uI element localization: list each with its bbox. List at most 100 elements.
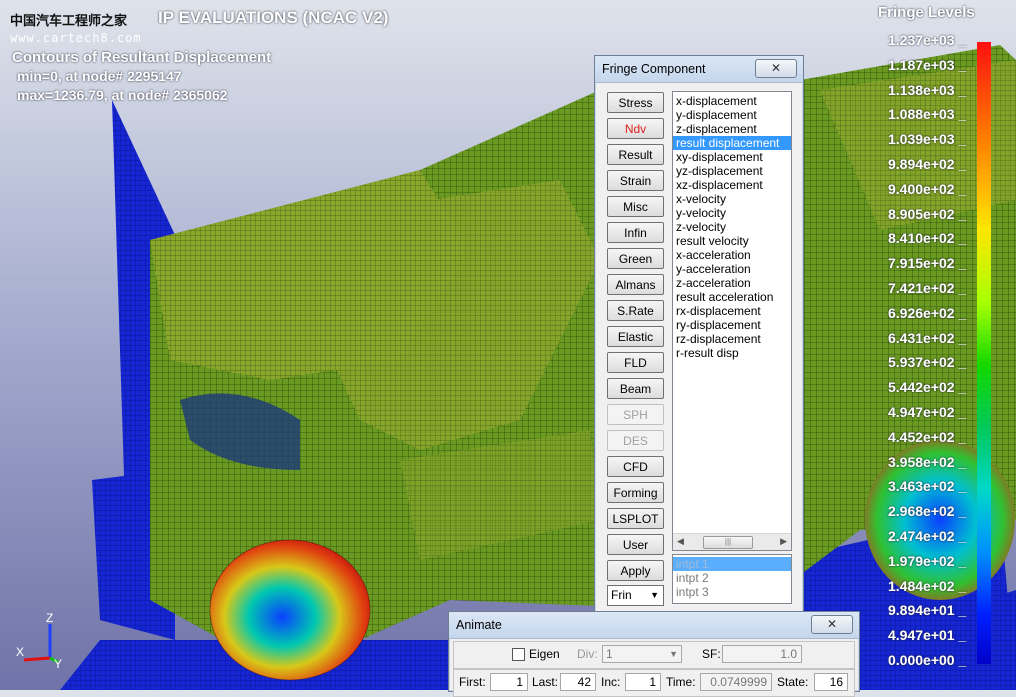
fringe-level: 6.926e+02 [888, 301, 966, 326]
misc-button[interactable]: Misc [607, 196, 664, 217]
strain-rate-button[interactable]: S.Rate [607, 300, 664, 321]
fld-button[interactable]: FLD [607, 352, 664, 373]
list-item[interactable]: x-displacement [673, 94, 791, 108]
list-item[interactable]: y-displacement [673, 108, 791, 122]
fringe-mode-dropdown[interactable]: Frin ▼ [607, 585, 664, 606]
fringe-level: 3.463e+02 [888, 474, 966, 499]
animate-title: Animate [456, 618, 502, 632]
animate-close-button[interactable]: ✕ [811, 615, 853, 634]
component-list-hscrollbar[interactable]: ◀ ||| ▶ [673, 533, 791, 550]
scroll-right-icon[interactable]: ▶ [780, 536, 787, 547]
list-item[interactable]: rx-displacement [673, 304, 791, 318]
watermark-url: www.cartech8.com [10, 31, 142, 45]
inc-label: Inc: [601, 675, 621, 689]
fringe-level: 1.138e+03 [888, 78, 966, 103]
list-item[interactable]: y-acceleration [673, 262, 791, 276]
sf-label: SF: [702, 647, 721, 661]
list-item[interactable]: x-acceleration [673, 248, 791, 262]
state-label: State: [777, 675, 809, 689]
list-item[interactable]: z-velocity [673, 220, 791, 234]
div-label: Div: [577, 647, 598, 661]
contour-min: min=0, at node# 2295147 [17, 68, 182, 84]
cfd-button[interactable]: CFD [607, 456, 664, 477]
list-item-selected[interactable]: intpt 1 [673, 557, 791, 571]
project-title: IP EVALUATIONS (NCAC V2) [158, 8, 389, 27]
stress-button[interactable]: Stress [607, 92, 664, 113]
infin-button[interactable]: Infin [607, 222, 664, 243]
elastic-button[interactable]: Elastic [607, 326, 664, 347]
fringe-level: 6.431e+02 [888, 326, 966, 351]
last-label: Last: [532, 675, 559, 689]
user-button[interactable]: User [607, 534, 664, 555]
fringe-component-titlebar[interactable]: Fringe Component ✕ [595, 56, 803, 83]
animate-titlebar[interactable]: Animate ✕ [449, 612, 859, 639]
list-item[interactable]: rz-displacement [673, 332, 791, 346]
fringe-level: 3.958e+02 [888, 450, 966, 475]
fringe-level: 1.088e+03 [888, 102, 966, 127]
list-item[interactable]: yz-displacement [673, 164, 791, 178]
fringe-level: 8.410e+02 [888, 226, 966, 251]
chevron-down-icon: ▼ [669, 649, 678, 659]
fringe-level: 9.894e+02 [888, 152, 966, 177]
fringe-level-list: 1.237e+03 1.187e+03 1.138e+03 1.088e+03 … [888, 28, 966, 673]
fringe-levels-title: Fringe Levels [878, 4, 975, 21]
list-item[interactable]: z-acceleration [673, 276, 791, 290]
time-label: Time: [666, 675, 696, 689]
first-field[interactable]: 1 [490, 673, 528, 691]
state-field[interactable]: 16 [814, 673, 848, 691]
eigen-label: Eigen [529, 647, 560, 661]
strain-button[interactable]: Strain [607, 170, 664, 191]
fringe-component-dialog: Fringe Component ✕ Stress Ndv Result Str… [594, 55, 804, 617]
scroll-thumb[interactable]: ||| [703, 536, 753, 549]
fringe-level: 1.237e+03 [888, 28, 966, 53]
fringe-level: 4.947e+02 [888, 400, 966, 425]
forming-button[interactable]: Forming [607, 482, 664, 503]
green-button[interactable]: Green [607, 248, 664, 269]
ndv-button[interactable]: Ndv [607, 118, 664, 139]
result-button[interactable]: Result [607, 144, 664, 165]
fringe-level: 1.979e+02 [888, 549, 966, 574]
lsplot-button[interactable]: LSPLOT [607, 508, 664, 529]
list-item[interactable]: result acceleration [673, 290, 791, 304]
list-item[interactable]: y-velocity [673, 206, 791, 220]
list-item[interactable]: z-displacement [673, 122, 791, 136]
des-button: DES [607, 430, 664, 451]
fringe-level: 9.894e+01 [888, 598, 966, 623]
fringe-color-bar [977, 42, 991, 664]
crash-model-render [60, 45, 1016, 690]
axis-x-label: X [16, 645, 24, 659]
div-value: 1 [606, 647, 613, 661]
eigen-checkbox[interactable] [512, 648, 525, 661]
last-field[interactable]: 42 [560, 673, 596, 691]
list-item[interactable]: x-velocity [673, 192, 791, 206]
fringe-level: 8.905e+02 [888, 202, 966, 227]
list-item[interactable]: intpt 3 [673, 585, 791, 599]
fringe-level: 7.915e+02 [888, 251, 966, 276]
beam-button[interactable]: Beam [607, 378, 664, 399]
list-item-selected[interactable]: result displacement [673, 136, 791, 150]
animate-dialog: Animate ✕ Eigen Div: 1 ▼ SF: 1.0 First: … [448, 611, 860, 697]
list-item[interactable]: xy-displacement [673, 150, 791, 164]
list-item[interactable]: intpt 2 [673, 571, 791, 585]
scroll-left-icon[interactable]: ◀ [677, 536, 684, 547]
state-row: First: 1 Last: 42 Inc: 1 Time: 0.0749999… [453, 669, 855, 697]
time-field: 0.0749999 [700, 673, 772, 691]
contour-title: Contours of Resultant Displacement [12, 49, 272, 66]
fringe-level: 7.421e+02 [888, 276, 966, 301]
fringe-level: 5.442e+02 [888, 375, 966, 400]
sf-field: 1.0 [722, 645, 802, 663]
apply-button[interactable]: Apply [607, 560, 664, 581]
component-listbox[interactable]: x-displacement y-displacement z-displace… [672, 91, 792, 551]
list-item[interactable]: ry-displacement [673, 318, 791, 332]
fringe-level: 4.947e+01 [888, 623, 966, 648]
fringe-level: 1.187e+03 [888, 53, 966, 78]
list-item[interactable]: xz-displacement [673, 178, 791, 192]
inc-field[interactable]: 1 [625, 673, 661, 691]
list-item[interactable]: r-result disp [673, 346, 791, 360]
intpt-listbox[interactable]: intpt 1 intpt 2 intpt 3 [672, 554, 792, 604]
model-viewport[interactable]: 中国汽车工程师之家 www.cartech8.com IP EVALUATION… [0, 0, 1016, 690]
almans-button[interactable]: Almans [607, 274, 664, 295]
list-item[interactable]: result velocity [673, 234, 791, 248]
axis-triad: Z X Y [16, 611, 62, 670]
fringe-component-close-button[interactable]: ✕ [755, 59, 797, 78]
